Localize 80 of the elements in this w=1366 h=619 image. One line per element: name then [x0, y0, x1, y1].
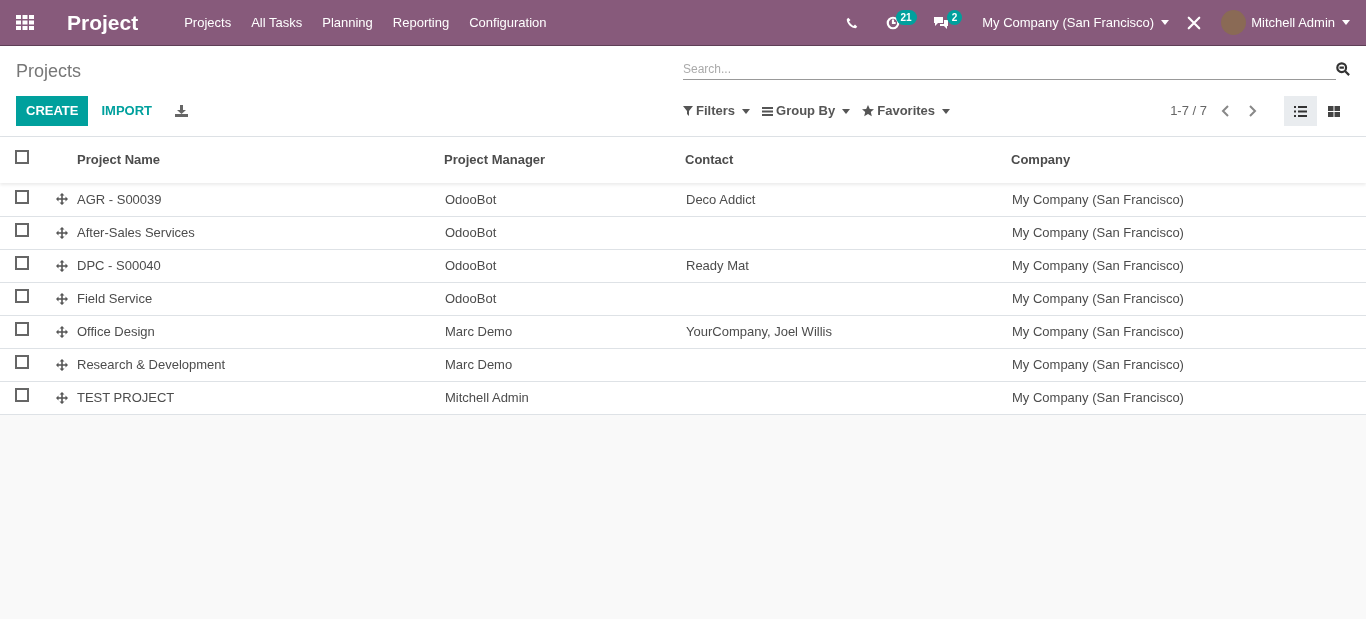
column-header[interactable]: Project Name [77, 152, 161, 168]
search-icon[interactable] [1336, 62, 1350, 76]
checkbox[interactable] [15, 189, 29, 204]
column-header[interactable]: Contact [685, 152, 734, 168]
filter-icon [683, 106, 693, 116]
company-switcher[interactable]: My Company (San Francisco) [982, 12, 1170, 33]
drag-handle-icon[interactable] [56, 325, 68, 338]
caret-icon [1342, 20, 1350, 25]
phone-icon[interactable] [845, 16, 858, 29]
drag-handle-icon[interactable] [56, 259, 68, 272]
filter-dropdown[interactable]: Filters [683, 101, 750, 121]
drag-handle-icon[interactable] [56, 193, 68, 206]
download-icon[interactable] [175, 105, 189, 117]
drag-handle-icon[interactable] [56, 358, 68, 371]
checkbox[interactable] [15, 354, 29, 369]
checkbox[interactable] [15, 321, 29, 336]
table-cell-text: Office Design [77, 322, 155, 341]
checkbox[interactable] [15, 222, 29, 237]
table-cell: OdooBot [445, 191, 497, 207]
previous-icon[interactable] [1221, 105, 1229, 117]
app-title: Project [67, 9, 139, 36]
caret-icon [742, 108, 750, 114]
drag-handle-icon[interactable] [56, 226, 68, 239]
column-header[interactable]: Project Manager [444, 152, 546, 168]
filter-dropdown[interactable]: Group By [762, 101, 851, 121]
menu-item[interactable]: Reporting [392, 12, 450, 33]
list-icon [1294, 105, 1307, 117]
list-lines-icon [762, 106, 773, 116]
grid-icon [1327, 105, 1340, 117]
table-cell: My Company (San Francisco) [1012, 257, 1184, 273]
checkbox[interactable] [15, 255, 29, 270]
checkbox[interactable] [15, 387, 29, 402]
table-cell-text: AGR - S00039 [77, 190, 162, 209]
table-cell: OdooBot [445, 290, 497, 306]
table-cell: OdooBot [445, 257, 497, 273]
message-count-badge: 2 [946, 10, 963, 25]
column-header[interactable]: Company [1011, 152, 1071, 168]
table-cell-text: TEST PROJECT [77, 388, 175, 407]
caret-icon [942, 108, 951, 114]
checkbox[interactable] [15, 288, 29, 303]
import-button[interactable]: IMPORT [88, 96, 166, 126]
table-cell: My Company (San Francisco) [1012, 356, 1184, 372]
clock-icon[interactable] [885, 15, 900, 30]
user-menu[interactable]: Mitchell Admin [1251, 12, 1350, 33]
menu-item[interactable]: Planning [322, 12, 373, 33]
star-icon [862, 105, 875, 117]
menu-item[interactable]: All Tasks [251, 12, 303, 33]
create-button[interactable]: CREATE [16, 96, 89, 126]
activity-count-badge: 21 [895, 10, 917, 25]
caret-icon [1161, 20, 1170, 25]
table-cell: Marc Demo [445, 356, 513, 372]
chat-icon[interactable] [932, 15, 949, 30]
app-grid-icon[interactable] [16, 15, 34, 30]
caret-icon [842, 108, 851, 114]
table-cell: My Company (San Francisco) [1012, 389, 1184, 405]
drag-handle-icon[interactable] [56, 391, 68, 404]
next-icon[interactable] [1249, 105, 1257, 117]
menu-item[interactable]: Projects [184, 12, 232, 33]
search-field[interactable]: Search... [683, 58, 1336, 80]
table-cell-text: DPC - S00040 [77, 256, 161, 275]
table-cell: Mitchell Admin [445, 389, 529, 405]
checkbox[interactable] [15, 150, 29, 165]
table-cell: My Company (San Francisco) [1012, 224, 1184, 240]
table-cell: My Company (San Francisco) [1012, 290, 1184, 306]
table-cell: My Company (San Francisco) [1012, 191, 1184, 207]
table-cell: Marc Demo [445, 323, 513, 339]
table-cell: YourCompany, Joel Willis [686, 323, 832, 339]
breadcrumb: Projects [16, 60, 83, 83]
table-cell: My Company (San Francisco) [1012, 323, 1184, 339]
drag-handle-icon[interactable] [56, 292, 68, 305]
list-view-button[interactable] [1284, 96, 1317, 126]
filter-dropdown[interactable]: Favorites [862, 101, 951, 121]
table-cell-text: Field Service [77, 289, 153, 308]
table-cell: Ready Mat [686, 257, 749, 273]
menu-item[interactable]: Configuration [469, 12, 547, 33]
table-cell-text: Research & Development [77, 355, 226, 374]
table-cell-text: After-Sales Services [77, 223, 195, 242]
pager-text: 1-7 / 7 [1170, 102, 1207, 121]
table-cell: OdooBot [445, 224, 497, 240]
table-cell: Deco Addict [686, 191, 756, 207]
